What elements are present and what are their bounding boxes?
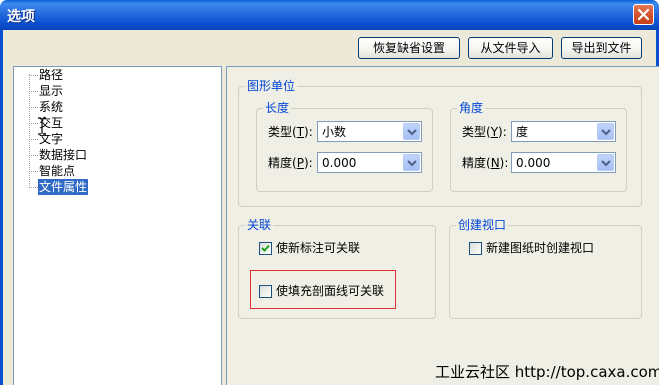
length-type-value: 小数 [322, 125, 347, 139]
chevron-down-icon [601, 129, 611, 136]
length-title: 长度 [263, 101, 292, 115]
drawing-units-title: 图形单位 [245, 79, 298, 93]
new-dimension-associative-checkbox[interactable] [259, 242, 272, 255]
tree-connector [29, 139, 38, 140]
dropdown-arrow[interactable] [597, 123, 614, 140]
tree-connector [29, 155, 38, 156]
angle-precision-select[interactable]: 0.000 [511, 152, 616, 173]
close-icon [637, 8, 650, 21]
window-title: 选项 [7, 9, 35, 25]
tree-item-system[interactable]: 系统 [38, 99, 64, 115]
title-bar: 选项 [0, 0, 659, 30]
tree-item-display[interactable]: 显示 [38, 83, 64, 99]
tree-connector [29, 187, 38, 188]
tree-connector [29, 171, 38, 172]
chevron-down-icon [601, 160, 611, 167]
angle-type-label: 类型(Y): [462, 125, 507, 139]
angle-type-select[interactable]: 度 [511, 121, 616, 142]
chevron-down-icon [407, 160, 417, 167]
tree-item-file-properties[interactable]: 文件属性 [38, 179, 89, 195]
length-precision-value: 0.000 [322, 156, 357, 170]
export-to-file-button[interactable]: 导出到文件 [561, 37, 642, 59]
tree-item-data-interface[interactable]: 数据接口 [38, 147, 88, 163]
hatch-associative-checkbox[interactable] [259, 285, 272, 298]
tree-item-path[interactable]: 路径 [38, 67, 64, 83]
chevron-down-icon [407, 129, 417, 136]
text-cursor-icon [38, 117, 46, 135]
dropdown-arrow[interactable] [403, 154, 420, 171]
length-precision-label: 精度(P): [268, 156, 313, 170]
angle-type-value: 度 [516, 125, 529, 139]
length-type-label: 类型(T): [268, 125, 313, 139]
options-tree[interactable]: 路径 显示 系统 交互 文字 数据接口 智能点 文件属性 [13, 66, 222, 385]
create-viewport-on-new-drawing-label[interactable]: 新建图纸时创建视口 [486, 238, 594, 258]
create-viewport-title: 创建视口 [456, 218, 509, 232]
new-dimension-associative-label[interactable]: 使新标注可关联 [276, 238, 360, 258]
dropdown-arrow[interactable] [403, 123, 420, 140]
hatch-associative-label[interactable]: 使填充剖面线可关联 [276, 281, 384, 301]
import-from-file-button[interactable]: 从文件导入 [468, 37, 553, 59]
create-viewport-on-new-drawing-checkbox[interactable] [469, 242, 482, 255]
tree-item-smart-point[interactable]: 智能点 [38, 163, 76, 179]
angle-title: 角度 [457, 101, 486, 115]
watermark-text: 工业云社区 http://top.caxa.com/ [435, 363, 659, 381]
close-button[interactable] [633, 4, 654, 25]
restore-default-button[interactable]: 恢复缺省设置 [358, 37, 460, 59]
dropdown-arrow[interactable] [597, 154, 614, 171]
tree-connector [29, 91, 38, 92]
tree-connector [29, 107, 38, 108]
checkmark-icon [261, 244, 270, 252]
angle-precision-value: 0.000 [516, 156, 551, 170]
length-precision-select[interactable]: 0.000 [317, 152, 422, 173]
angle-precision-label: 精度(N): [462, 156, 509, 170]
tree-connector [29, 75, 38, 76]
length-type-select[interactable]: 小数 [317, 121, 422, 142]
association-title: 关联 [245, 218, 274, 232]
